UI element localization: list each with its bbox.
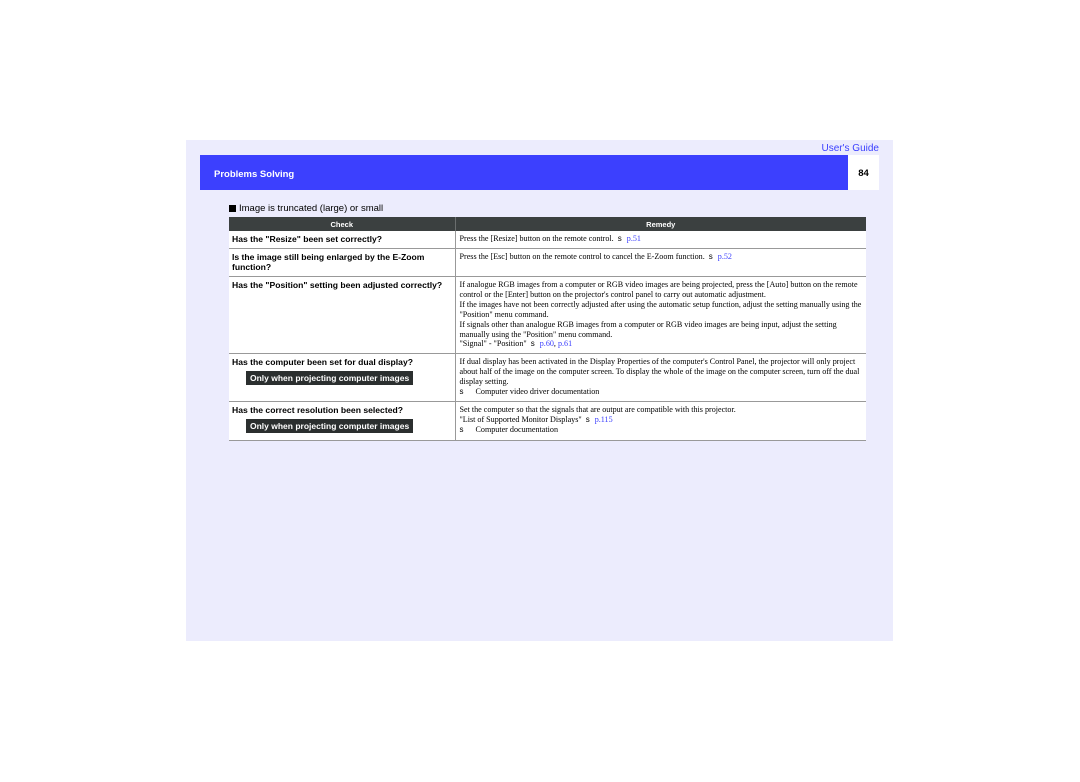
table-body: Has the "Resize" been set correctly? Pres… xyxy=(229,231,866,441)
section-header-bar: Problems Solving xyxy=(200,155,848,190)
table-header-row: Check Remedy xyxy=(229,217,866,231)
page-reference-link[interactable]: p.115 xyxy=(595,415,613,424)
check-question: Has the "Resize" been set correctly? xyxy=(232,234,383,244)
reference-arrow-icon: s xyxy=(459,424,464,434)
check-question: Has the computer been set for dual displ… xyxy=(232,357,413,368)
reference-arrow-icon: s xyxy=(459,387,464,397)
remedy-line: s Computer video driver documentation xyxy=(460,387,864,397)
remedy-line: If dual display has been activated in th… xyxy=(460,357,864,387)
remedy-text: Set the computer so that the signals tha… xyxy=(459,404,736,414)
users-guide-link[interactable]: User's Guide xyxy=(822,143,880,154)
subsection-heading-text: Image is truncated (large) or small xyxy=(239,203,384,214)
remedy-line: Set the computer so that the signals tha… xyxy=(460,405,864,415)
check-cell: Is the image still being enlarged by the… xyxy=(229,248,456,277)
remedy-text: If signals other than analogue RGB image… xyxy=(459,319,837,339)
column-header-check: Check xyxy=(229,217,456,231)
page-number: 84 xyxy=(858,168,869,179)
remedy-line: Press the [Esc] button on the remote con… xyxy=(460,252,864,262)
remedy-cell: Set the computer so that the signals tha… xyxy=(455,401,866,441)
computer-images-only-badge: Only when projecting computer images xyxy=(246,371,414,386)
check-cell: Has the "Position" setting been adjusted… xyxy=(229,276,456,355)
remedy-text: "Signal" - "Position" xyxy=(459,339,527,349)
manual-page: User's Guide Problems Solving 84 Image i… xyxy=(186,140,893,641)
remedy-text: Computer documentation xyxy=(475,424,559,434)
table-row: Has the "Position" setting been adjusted… xyxy=(229,276,866,355)
remedy-text: If the images have not been correctly ad… xyxy=(459,299,862,319)
section-title: Problems Solving xyxy=(214,169,295,180)
table-row: Has the correct resolution been selected… xyxy=(229,401,866,441)
remedy-line: "Signal" - "Position" s p.60, p.61 xyxy=(459,339,573,349)
page-reference-link[interactable]: p.60 xyxy=(540,339,554,348)
check-cell: Has the correct resolution been selected… xyxy=(229,401,456,441)
table-row: Has the computer been set for dual displ… xyxy=(229,353,866,402)
square-bullet-icon xyxy=(229,205,236,212)
remedy-line: If signals other than analogue RGB image… xyxy=(460,320,864,340)
check-question: Is the image still being enlarged by the… xyxy=(232,252,425,272)
remedy-text: Press the [Resize] button on the remote … xyxy=(459,234,614,243)
page-reference-link[interactable]: p.52 xyxy=(718,252,732,261)
check-cell: Has the "Resize" been set correctly? xyxy=(229,231,456,249)
reference-arrow-icon: s xyxy=(585,414,590,424)
check-question: Has the "Position" setting been adjusted… xyxy=(232,280,443,290)
remedy-text: Computer video driver documentation xyxy=(475,387,600,397)
check-question: Has the correct resolution been selected… xyxy=(232,404,403,415)
remedy-line: If the images have not been correctly ad… xyxy=(460,300,864,320)
table-row: Is the image still being enlarged by the… xyxy=(229,248,866,277)
page-reference-link[interactable]: p.61 xyxy=(558,339,572,348)
column-header-remedy: Remedy xyxy=(455,217,866,231)
remedy-line: "List of Supported Monitor Displays" s p… xyxy=(460,415,864,425)
reference-arrow-icon: s xyxy=(617,234,622,243)
reference-arrow-icon: s xyxy=(708,252,713,261)
remedy-line: s Computer documentation xyxy=(460,425,864,435)
subsection-heading: Image is truncated (large) or small xyxy=(229,203,383,214)
remedy-cell: If dual display has been activated in th… xyxy=(455,353,866,402)
remedy-text: "List of Supported Monitor Displays" xyxy=(459,414,582,424)
troubleshooting-table: Check Remedy Has the "Resize" been set c… xyxy=(229,217,866,441)
remedy-text: If analogue RGB images from a computer o… xyxy=(459,280,858,299)
remedy-cell: Press the [Resize] button on the remote … xyxy=(455,231,866,249)
computer-images-only-badge: Only when projecting computer images xyxy=(246,418,414,433)
reference-arrow-icon: s xyxy=(530,339,535,349)
table-row: Has the "Resize" been set correctly? Pres… xyxy=(229,231,866,249)
page-number-box: 84 xyxy=(848,155,879,190)
remedy-cell: If analogue RGB images from a computer o… xyxy=(455,276,866,355)
remedy-text: Press the [Esc] button on the remote con… xyxy=(459,252,705,261)
check-cell: Has the computer been set for dual displ… xyxy=(229,353,456,402)
remedy-line: If analogue RGB images from a computer o… xyxy=(460,280,864,300)
page-reference-link[interactable]: p.51 xyxy=(627,234,641,243)
remedy-cell: Press the [Esc] button on the remote con… xyxy=(455,248,866,277)
remedy-text: If dual display has been activated in th… xyxy=(459,357,860,387)
remedy-line: Press the [Resize] button on the remote … xyxy=(460,234,864,244)
